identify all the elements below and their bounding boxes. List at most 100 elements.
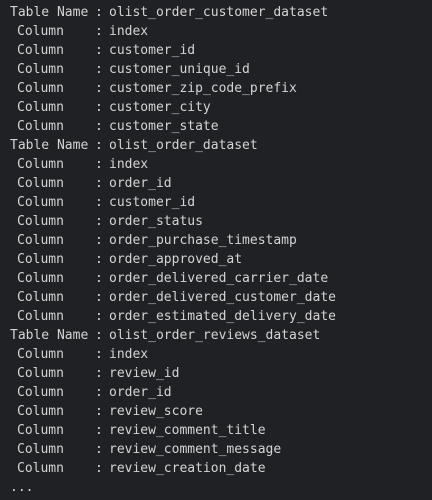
column-name-value: order_approved_at bbox=[109, 252, 243, 267]
column-row: Column: customer_state bbox=[0, 117, 432, 136]
column-name-value: order_status bbox=[109, 214, 203, 229]
column-label: Column bbox=[17, 119, 64, 134]
column-label: Column bbox=[17, 43, 64, 58]
separator: : bbox=[95, 24, 103, 39]
column-name-value: index bbox=[109, 157, 149, 172]
separator: : bbox=[95, 404, 103, 419]
column-label: Column bbox=[17, 24, 64, 39]
column-name-value: customer_zip_code_prefix bbox=[109, 81, 297, 96]
column-label: Column bbox=[17, 461, 64, 476]
column-name-value: order_id bbox=[109, 176, 172, 191]
column-row: Column: customer_id bbox=[0, 41, 432, 60]
column-row: Column: order_id bbox=[0, 174, 432, 193]
column-label: Column bbox=[17, 195, 64, 210]
column-row: Column: review_creation_date bbox=[0, 459, 432, 478]
separator: : bbox=[95, 214, 103, 229]
column-row: Column: index bbox=[0, 345, 432, 364]
column-name-value: review_comment_title bbox=[109, 423, 266, 438]
column-name-value: customer_id bbox=[109, 43, 196, 58]
separator: : bbox=[95, 442, 103, 457]
output-lines: Table Name: olist_order_customer_dataset C… bbox=[0, 3, 432, 478]
table-name-value: olist_order_customer_dataset bbox=[109, 5, 329, 20]
table-name-label: Table Name bbox=[10, 138, 89, 153]
column-row: Column: customer_zip_code_prefix bbox=[0, 79, 432, 98]
column-row: Column: order_delivered_carrier_date bbox=[0, 269, 432, 288]
column-name-value: review_creation_date bbox=[109, 461, 266, 476]
column-label: Column bbox=[17, 442, 64, 457]
table-name-value: olist_order_reviews_dataset bbox=[109, 328, 321, 343]
column-label: Column bbox=[17, 271, 64, 286]
column-name-value: index bbox=[109, 347, 149, 362]
column-name-value: order_estimated_delivery_date bbox=[109, 309, 336, 324]
column-name-value: order_id bbox=[109, 385, 172, 400]
column-row: Column: review_comment_title bbox=[0, 421, 432, 440]
column-label: Column bbox=[17, 62, 64, 77]
column-row: Column: order_delivered_customer_date bbox=[0, 288, 432, 307]
column-label: Column bbox=[17, 176, 64, 191]
separator: : bbox=[95, 157, 103, 172]
column-row: Column: order_status bbox=[0, 212, 432, 231]
separator: : bbox=[95, 43, 103, 58]
table-name-row: Table Name: olist_order_customer_dataset bbox=[0, 3, 432, 22]
table-name-label: Table Name bbox=[10, 328, 89, 343]
column-name-value: customer_id bbox=[109, 195, 196, 210]
column-row: Column: customer_unique_id bbox=[0, 60, 432, 79]
column-row: Column: order_id bbox=[0, 383, 432, 402]
column-label: Column bbox=[17, 290, 64, 305]
separator: : bbox=[95, 252, 103, 267]
separator: : bbox=[95, 461, 103, 476]
column-name-value: review_id bbox=[109, 366, 180, 381]
column-name-value: order_purchase_timestamp bbox=[109, 233, 297, 248]
column-name-value: review_score bbox=[109, 404, 203, 419]
separator: : bbox=[95, 309, 103, 324]
column-row: Column: review_id bbox=[0, 364, 432, 383]
separator: : bbox=[95, 176, 103, 191]
column-name-value: order_delivered_carrier_date bbox=[109, 271, 329, 286]
column-name-value: customer_state bbox=[109, 119, 219, 134]
column-name-value: customer_unique_id bbox=[109, 62, 250, 77]
column-name-value: review_comment_message bbox=[109, 442, 282, 457]
column-row: Column: review_comment_message bbox=[0, 440, 432, 459]
column-name-value: order_delivered_customer_date bbox=[109, 290, 336, 305]
table-name-row: Table Name: olist_order_reviews_dataset bbox=[0, 326, 432, 345]
separator: : bbox=[95, 233, 103, 248]
truncation-ellipsis: ... bbox=[10, 480, 34, 495]
separator: : bbox=[95, 328, 103, 343]
column-name-value: index bbox=[109, 24, 149, 39]
separator: : bbox=[95, 81, 103, 96]
separator: : bbox=[95, 423, 103, 438]
column-row: Column: index bbox=[0, 22, 432, 41]
separator: : bbox=[95, 271, 103, 286]
column-label: Column bbox=[17, 252, 64, 267]
separator: : bbox=[95, 138, 103, 153]
table-name-label: Table Name bbox=[10, 5, 89, 20]
separator: : bbox=[95, 5, 103, 20]
separator: : bbox=[95, 290, 103, 305]
separator: : bbox=[95, 385, 103, 400]
separator: : bbox=[95, 100, 103, 115]
column-row: Column: customer_city bbox=[0, 98, 432, 117]
column-row: Column: order_purchase_timestamp bbox=[0, 231, 432, 250]
table-name-value: olist_order_dataset bbox=[109, 138, 258, 153]
column-label: Column bbox=[17, 347, 64, 362]
column-row: Column: customer_id bbox=[0, 193, 432, 212]
column-label: Column bbox=[17, 404, 64, 419]
separator: : bbox=[95, 195, 103, 210]
column-name-value: customer_city bbox=[109, 100, 211, 115]
column-label: Column bbox=[17, 214, 64, 229]
column-label: Column bbox=[17, 81, 64, 96]
separator: : bbox=[95, 347, 103, 362]
column-label: Column bbox=[17, 385, 64, 400]
column-row: Column: index bbox=[0, 155, 432, 174]
column-label: Column bbox=[17, 100, 64, 115]
separator: : bbox=[95, 62, 103, 77]
column-label: Column bbox=[17, 423, 64, 438]
column-label: Column bbox=[17, 309, 64, 324]
separator: : bbox=[95, 119, 103, 134]
column-row: Column: order_estimated_delivery_date bbox=[0, 307, 432, 326]
column-label: Column bbox=[17, 157, 64, 172]
column-row: Column: order_approved_at bbox=[0, 250, 432, 269]
table-name-row: Table Name: olist_order_dataset bbox=[0, 136, 432, 155]
separator: : bbox=[95, 366, 103, 381]
column-label: Column bbox=[17, 366, 64, 381]
